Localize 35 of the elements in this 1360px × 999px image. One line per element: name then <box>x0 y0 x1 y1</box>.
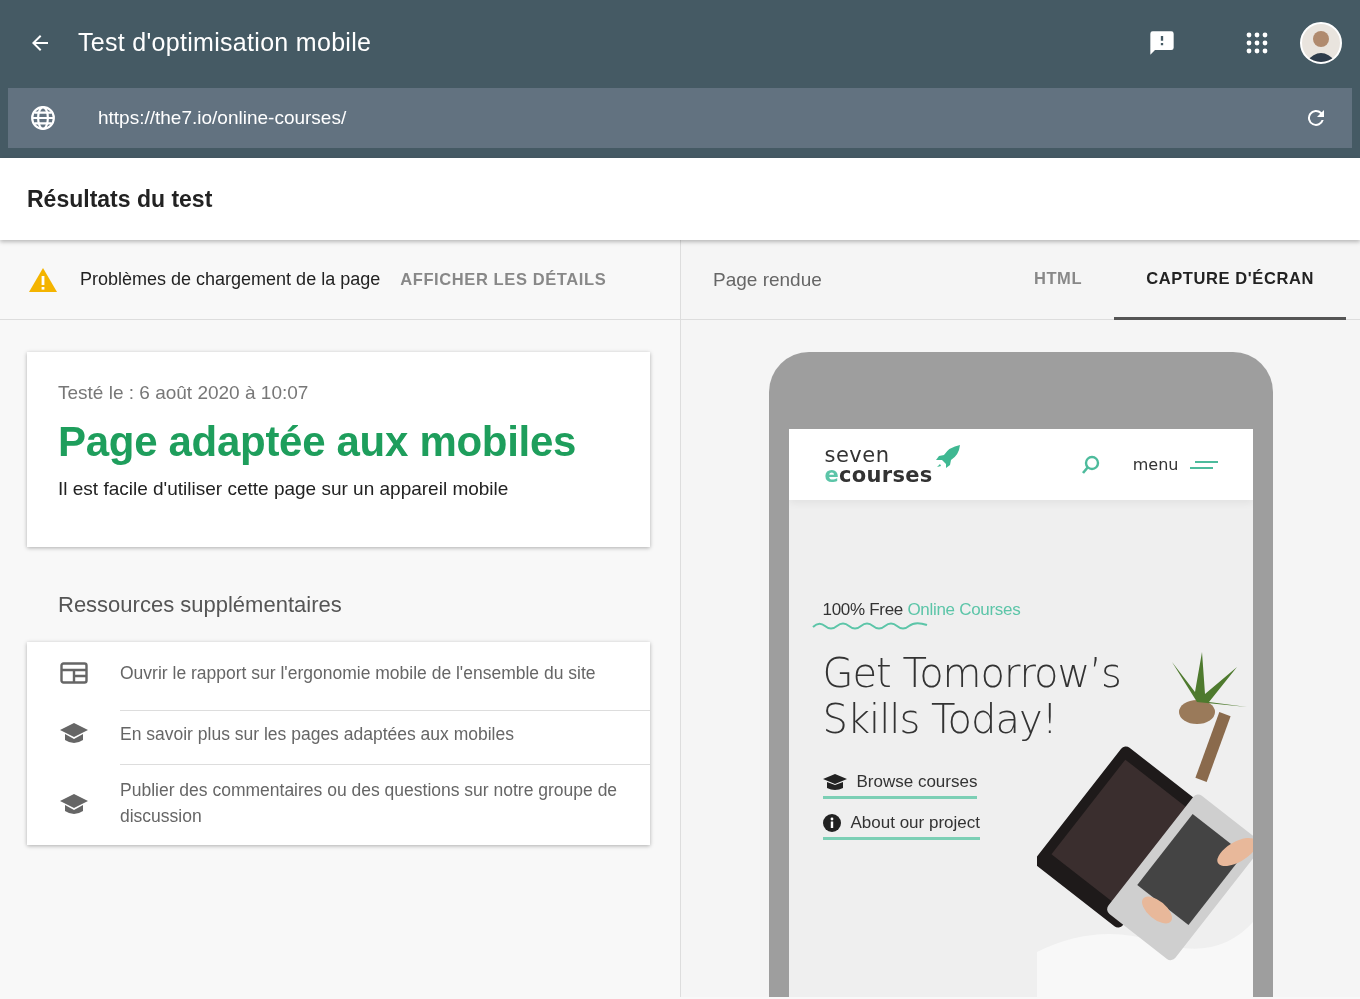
tagline: 100% Free Online Courses <box>822 600 1022 620</box>
graduation-cap-icon <box>822 774 847 790</box>
tab[interactable]: HTML <box>1001 240 1115 320</box>
address-bar[interactable]: https://the7.io/online-courses/ <box>8 88 1352 148</box>
rocket-icon <box>934 444 961 469</box>
details-link[interactable]: AFFICHER LES DÉTAILS <box>400 270 607 289</box>
section-heading: Résultats du test <box>27 185 213 213</box>
verdict-heading: Page adaptée aux mobiles <box>58 418 577 466</box>
graduation-cap-icon <box>58 721 89 746</box>
resource-link[interactable]: En savoir plus sur les pages adaptées aux mobiles <box>120 710 650 757</box>
page-title: Test d'optimisation mobile <box>78 28 373 57</box>
warning-icon <box>28 266 58 293</box>
tab[interactable]: CAPTURE D'ÉCRAN <box>1114 240 1346 320</box>
account-avatar[interactable] <box>1300 21 1342 64</box>
menu-icon <box>1188 459 1219 470</box>
logo-text: ecourses <box>824 464 933 485</box>
link-text: About our project <box>850 813 980 833</box>
globe-icon <box>30 105 56 131</box>
graduation-cap-icon <box>58 792 89 817</box>
report-icon <box>59 661 88 684</box>
info-icon <box>822 814 841 832</box>
feedback-icon <box>1148 28 1176 57</box>
menu-label: menu <box>1132 455 1179 474</box>
hero-heading: Get Tomorrow’s Skills Today! <box>822 650 1122 742</box>
resources-heading: Ressources supplémentaires <box>58 592 343 618</box>
panel-label: Page rendue <box>713 268 823 291</box>
resource-link[interactable]: Ouvrir le rapport sur l'ergonomie mobile de l'ensemble du site <box>120 649 650 696</box>
link-text: Browse courses <box>856 772 978 792</box>
resource-link[interactable]: Publier des commentaires ou des questions sur notre groupe de discussion <box>120 764 650 845</box>
logo-text: seven <box>824 444 891 465</box>
apps-grid-icon <box>1246 31 1268 54</box>
test-date: Testé le : 6 août 2020 à 10:07 <box>58 382 310 404</box>
search-icon <box>1080 454 1101 475</box>
verdict-description: Il est facile d'utiliser cette page sur un appareil mobile <box>58 478 510 500</box>
warning-message: Problèmes de chargement de la page <box>80 269 381 290</box>
